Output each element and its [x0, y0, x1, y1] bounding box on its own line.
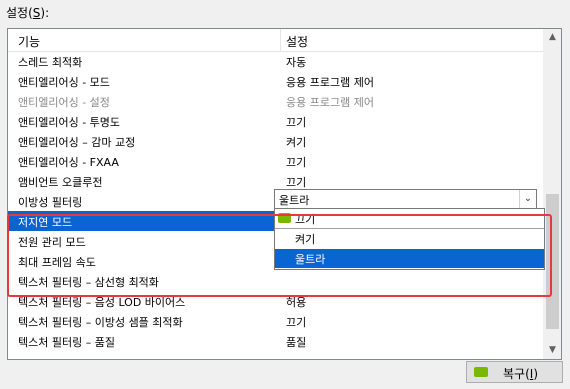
setting-cell: 응용 프로그램 제어 — [286, 76, 374, 89]
combo-value: 울트라 — [279, 194, 310, 207]
setting-cell: 켜기 — [286, 136, 307, 149]
setting-cell: 끄기 — [286, 316, 307, 329]
table-row[interactable]: 앤티엘리어싱 - 투명도 끄기 — [8, 111, 545, 131]
feature-cell: 텍스처 필터링 – 삼선형 최적화 — [18, 276, 159, 289]
table-row[interactable]: 앤티엘리어싱 – 감마 교정 켜기 — [8, 131, 545, 151]
table-row[interactable]: 앤티엘리어싱 - 모드 응용 프로그램 제어 — [8, 71, 545, 91]
feature-cell: 전원 관리 모드 — [18, 236, 86, 249]
table-row[interactable]: 텍스처 필터링 – 품질 품질 — [8, 331, 545, 351]
scroll-down-icon[interactable]: ▼ — [544, 342, 561, 359]
setting-cell: 자동 — [286, 56, 307, 69]
setting-cell: 품질 — [286, 336, 307, 349]
setting-cell: 끄기 — [286, 156, 307, 169]
feature-cell: 앤티엘리어싱 - FXAA — [18, 156, 119, 169]
header-feature[interactable]: 기능 — [18, 33, 40, 50]
feature-cell: 앰비언트 오클루전 — [18, 176, 103, 189]
table-row[interactable]: 앤티엘리어싱 - 설정 응용 프로그램 제어 — [8, 91, 545, 111]
feature-cell: 앤티엘리어싱 - 투명도 — [18, 116, 121, 129]
feature-cell: 이방성 필터링 — [18, 196, 83, 209]
scroll-thumb[interactable] — [546, 194, 559, 329]
vertical-scrollbar[interactable]: ▲ ▼ — [543, 29, 561, 359]
feature-cell: 스레드 최적화 — [18, 56, 83, 69]
setting-cell: 응용 프로그램 제어 — [286, 96, 374, 109]
chevron-down-icon[interactable]: ⌄ — [519, 190, 536, 208]
low-latency-mode-combo[interactable]: 울트라 ⌄ — [274, 189, 537, 209]
feature-cell: 앤티엘리어싱 - 설정 — [18, 96, 110, 109]
setting-cell: 끄기 — [286, 176, 307, 189]
grid-header: 기능 설정 — [8, 29, 545, 52]
combo-dropdown-list[interactable]: 끄기 켜기 울트라 — [274, 208, 545, 270]
feature-cell: 앤티엘리어싱 - 모드 — [18, 76, 110, 89]
feature-cell: 텍스처 필터링 – 품질 — [18, 336, 115, 349]
scroll-up-icon[interactable]: ▲ — [544, 29, 561, 46]
table-row[interactable]: 텍스처 필터링 – 이방성 샘플 최적화 끄기 — [8, 311, 545, 331]
table-row[interactable]: 스레드 최적화 자동 — [8, 51, 545, 71]
table-row[interactable]: 텍스처 필터링 – 음성 LOD 바이어스 허용 — [8, 291, 545, 311]
feature-cell: 텍스처 필터링 – 이방성 샘플 최적화 — [18, 316, 183, 329]
setting-cell: 끄기 — [286, 116, 307, 129]
table-row[interactable]: 텍스처 필터링 – 삼선형 최적화 — [8, 271, 545, 291]
settings-section-label: 설정(S): — [6, 6, 50, 20]
nvidia-logo-icon — [278, 213, 291, 223]
option-on[interactable]: 켜기 — [275, 229, 544, 248]
header-setting[interactable]: 설정 — [286, 33, 308, 50]
option-ultra[interactable]: 울트라 — [275, 249, 544, 268]
table-row[interactable]: 앰비언트 오클루전 끄기 — [8, 171, 545, 191]
setting-cell: 허용 — [286, 296, 307, 309]
restore-button[interactable]: 복구(I) — [466, 361, 563, 383]
nvidia-logo-icon — [474, 367, 488, 377]
feature-cell: 텍스처 필터링 – 음성 LOD 바이어스 — [18, 296, 186, 309]
feature-cell: 최대 프레임 속도 — [18, 256, 96, 269]
feature-cell: 앤티엘리어싱 – 감마 교정 — [18, 136, 136, 149]
table-row[interactable]: 앤티엘리어싱 - FXAA 끄기 — [8, 151, 545, 171]
feature-cell: 저지연 모드 — [18, 216, 73, 229]
option-off[interactable]: 끄기 — [275, 209, 544, 228]
